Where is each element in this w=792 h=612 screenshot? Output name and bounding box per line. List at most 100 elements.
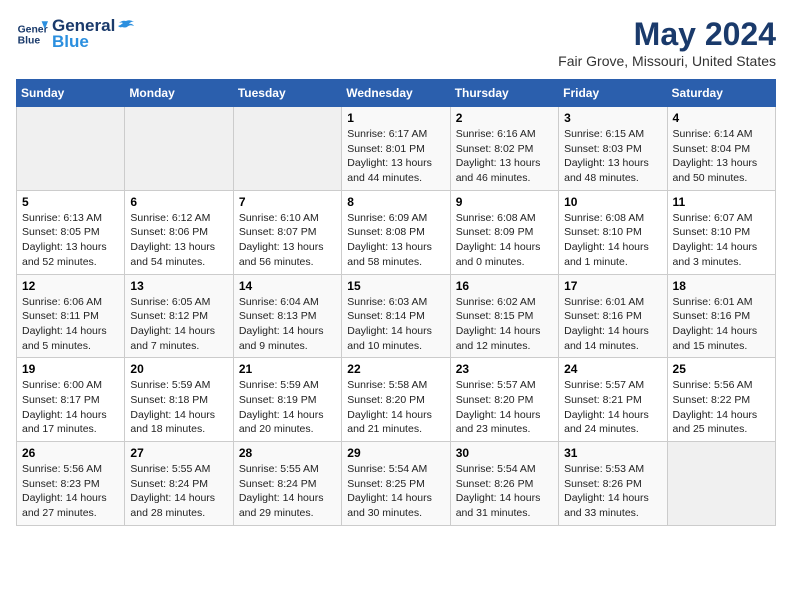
day-info: Sunrise: 6:08 AMSunset: 8:09 PMDaylight:… (456, 211, 553, 270)
day-number: 30 (456, 446, 553, 460)
day-number: 27 (130, 446, 227, 460)
day-number: 23 (456, 362, 553, 376)
calendar-cell: 24 Sunrise: 5:57 AMSunset: 8:21 PMDaylig… (559, 358, 667, 442)
svg-text:General: General (18, 24, 48, 35)
weekday-header-monday: Monday (125, 80, 233, 107)
weekday-header-wednesday: Wednesday (342, 80, 450, 107)
day-info: Sunrise: 5:59 AMSunset: 8:19 PMDaylight:… (239, 378, 336, 437)
calendar-cell: 11 Sunrise: 6:07 AMSunset: 8:10 PMDaylig… (667, 190, 775, 274)
day-number: 4 (673, 111, 770, 125)
calendar-cell: 10 Sunrise: 6:08 AMSunset: 8:10 PMDaylig… (559, 190, 667, 274)
day-info: Sunrise: 6:16 AMSunset: 8:02 PMDaylight:… (456, 127, 553, 186)
day-number: 5 (22, 195, 119, 209)
day-number: 3 (564, 111, 661, 125)
logo: General Blue General Blue (16, 16, 135, 52)
calendar-cell: 27 Sunrise: 5:55 AMSunset: 8:24 PMDaylig… (125, 442, 233, 526)
calendar-cell: 15 Sunrise: 6:03 AMSunset: 8:14 PMDaylig… (342, 274, 450, 358)
calendar-cell: 5 Sunrise: 6:13 AMSunset: 8:05 PMDayligh… (17, 190, 125, 274)
calendar-cell: 13 Sunrise: 6:05 AMSunset: 8:12 PMDaylig… (125, 274, 233, 358)
calendar-cell: 3 Sunrise: 6:15 AMSunset: 8:03 PMDayligh… (559, 107, 667, 191)
calendar-cell: 20 Sunrise: 5:59 AMSunset: 8:18 PMDaylig… (125, 358, 233, 442)
calendar-week-row: 19 Sunrise: 6:00 AMSunset: 8:17 PMDaylig… (17, 358, 776, 442)
day-number: 25 (673, 362, 770, 376)
day-number: 9 (456, 195, 553, 209)
calendar-cell: 17 Sunrise: 6:01 AMSunset: 8:16 PMDaylig… (559, 274, 667, 358)
calendar-cell: 19 Sunrise: 6:00 AMSunset: 8:17 PMDaylig… (17, 358, 125, 442)
calendar-cell: 9 Sunrise: 6:08 AMSunset: 8:09 PMDayligh… (450, 190, 558, 274)
calendar-cell: 25 Sunrise: 5:56 AMSunset: 8:22 PMDaylig… (667, 358, 775, 442)
day-number: 13 (130, 279, 227, 293)
weekday-header-tuesday: Tuesday (233, 80, 341, 107)
day-number: 1 (347, 111, 444, 125)
calendar-cell: 1 Sunrise: 6:17 AMSunset: 8:01 PMDayligh… (342, 107, 450, 191)
day-info: Sunrise: 6:03 AMSunset: 8:14 PMDaylight:… (347, 295, 444, 354)
day-number: 28 (239, 446, 336, 460)
day-info: Sunrise: 5:57 AMSunset: 8:21 PMDaylight:… (564, 378, 661, 437)
day-info: Sunrise: 6:04 AMSunset: 8:13 PMDaylight:… (239, 295, 336, 354)
calendar-table: SundayMondayTuesdayWednesdayThursdayFrid… (16, 79, 776, 526)
calendar-title: May 2024 (558, 16, 776, 53)
calendar-cell: 31 Sunrise: 5:53 AMSunset: 8:26 PMDaylig… (559, 442, 667, 526)
calendar-cell: 12 Sunrise: 6:06 AMSunset: 8:11 PMDaylig… (17, 274, 125, 358)
calendar-week-row: 12 Sunrise: 6:06 AMSunset: 8:11 PMDaylig… (17, 274, 776, 358)
weekday-header-sunday: Sunday (17, 80, 125, 107)
calendar-week-row: 26 Sunrise: 5:56 AMSunset: 8:23 PMDaylig… (17, 442, 776, 526)
title-block: May 2024 Fair Grove, Missouri, United St… (558, 16, 776, 69)
day-info: Sunrise: 6:15 AMSunset: 8:03 PMDaylight:… (564, 127, 661, 186)
calendar-cell: 4 Sunrise: 6:14 AMSunset: 8:04 PMDayligh… (667, 107, 775, 191)
calendar-cell: 26 Sunrise: 5:56 AMSunset: 8:23 PMDaylig… (17, 442, 125, 526)
day-info: Sunrise: 6:01 AMSunset: 8:16 PMDaylight:… (673, 295, 770, 354)
day-number: 24 (564, 362, 661, 376)
calendar-cell: 23 Sunrise: 5:57 AMSunset: 8:20 PMDaylig… (450, 358, 558, 442)
day-number: 20 (130, 362, 227, 376)
weekday-header-thursday: Thursday (450, 80, 558, 107)
day-info: Sunrise: 6:12 AMSunset: 8:06 PMDaylight:… (130, 211, 227, 270)
location-subtitle: Fair Grove, Missouri, United States (558, 53, 776, 69)
day-info: Sunrise: 6:02 AMSunset: 8:15 PMDaylight:… (456, 295, 553, 354)
calendar-cell: 14 Sunrise: 6:04 AMSunset: 8:13 PMDaylig… (233, 274, 341, 358)
day-info: Sunrise: 6:13 AMSunset: 8:05 PMDaylight:… (22, 211, 119, 270)
day-info: Sunrise: 6:14 AMSunset: 8:04 PMDaylight:… (673, 127, 770, 186)
day-info: Sunrise: 6:09 AMSunset: 8:08 PMDaylight:… (347, 211, 444, 270)
day-number: 12 (22, 279, 119, 293)
calendar-cell (125, 107, 233, 191)
calendar-cell (17, 107, 125, 191)
calendar-cell (233, 107, 341, 191)
day-info: Sunrise: 5:57 AMSunset: 8:20 PMDaylight:… (456, 378, 553, 437)
day-number: 26 (22, 446, 119, 460)
weekday-header-saturday: Saturday (667, 80, 775, 107)
page-header: General Blue General Blue May 2024 Fair … (16, 16, 776, 69)
day-info: Sunrise: 5:55 AMSunset: 8:24 PMDaylight:… (239, 462, 336, 521)
day-info: Sunrise: 6:01 AMSunset: 8:16 PMDaylight:… (564, 295, 661, 354)
day-info: Sunrise: 6:17 AMSunset: 8:01 PMDaylight:… (347, 127, 444, 186)
day-number: 15 (347, 279, 444, 293)
calendar-cell: 8 Sunrise: 6:09 AMSunset: 8:08 PMDayligh… (342, 190, 450, 274)
day-number: 16 (456, 279, 553, 293)
day-info: Sunrise: 5:56 AMSunset: 8:23 PMDaylight:… (22, 462, 119, 521)
day-number: 31 (564, 446, 661, 460)
day-number: 22 (347, 362, 444, 376)
day-info: Sunrise: 6:08 AMSunset: 8:10 PMDaylight:… (564, 211, 661, 270)
svg-text:Blue: Blue (18, 36, 41, 47)
calendar-cell: 7 Sunrise: 6:10 AMSunset: 8:07 PMDayligh… (233, 190, 341, 274)
day-number: 10 (564, 195, 661, 209)
calendar-cell: 6 Sunrise: 6:12 AMSunset: 8:06 PMDayligh… (125, 190, 233, 274)
day-number: 29 (347, 446, 444, 460)
day-number: 14 (239, 279, 336, 293)
day-info: Sunrise: 5:54 AMSunset: 8:26 PMDaylight:… (456, 462, 553, 521)
day-number: 21 (239, 362, 336, 376)
calendar-cell: 30 Sunrise: 5:54 AMSunset: 8:26 PMDaylig… (450, 442, 558, 526)
day-info: Sunrise: 5:56 AMSunset: 8:22 PMDaylight:… (673, 378, 770, 437)
day-number: 6 (130, 195, 227, 209)
day-number: 18 (673, 279, 770, 293)
calendar-cell (667, 442, 775, 526)
day-number: 2 (456, 111, 553, 125)
calendar-cell: 2 Sunrise: 6:16 AMSunset: 8:02 PMDayligh… (450, 107, 558, 191)
calendar-cell: 16 Sunrise: 6:02 AMSunset: 8:15 PMDaylig… (450, 274, 558, 358)
day-number: 8 (347, 195, 444, 209)
calendar-cell: 28 Sunrise: 5:55 AMSunset: 8:24 PMDaylig… (233, 442, 341, 526)
day-info: Sunrise: 5:53 AMSunset: 8:26 PMDaylight:… (564, 462, 661, 521)
calendar-cell: 18 Sunrise: 6:01 AMSunset: 8:16 PMDaylig… (667, 274, 775, 358)
calendar-cell: 22 Sunrise: 5:58 AMSunset: 8:20 PMDaylig… (342, 358, 450, 442)
day-info: Sunrise: 6:07 AMSunset: 8:10 PMDaylight:… (673, 211, 770, 270)
